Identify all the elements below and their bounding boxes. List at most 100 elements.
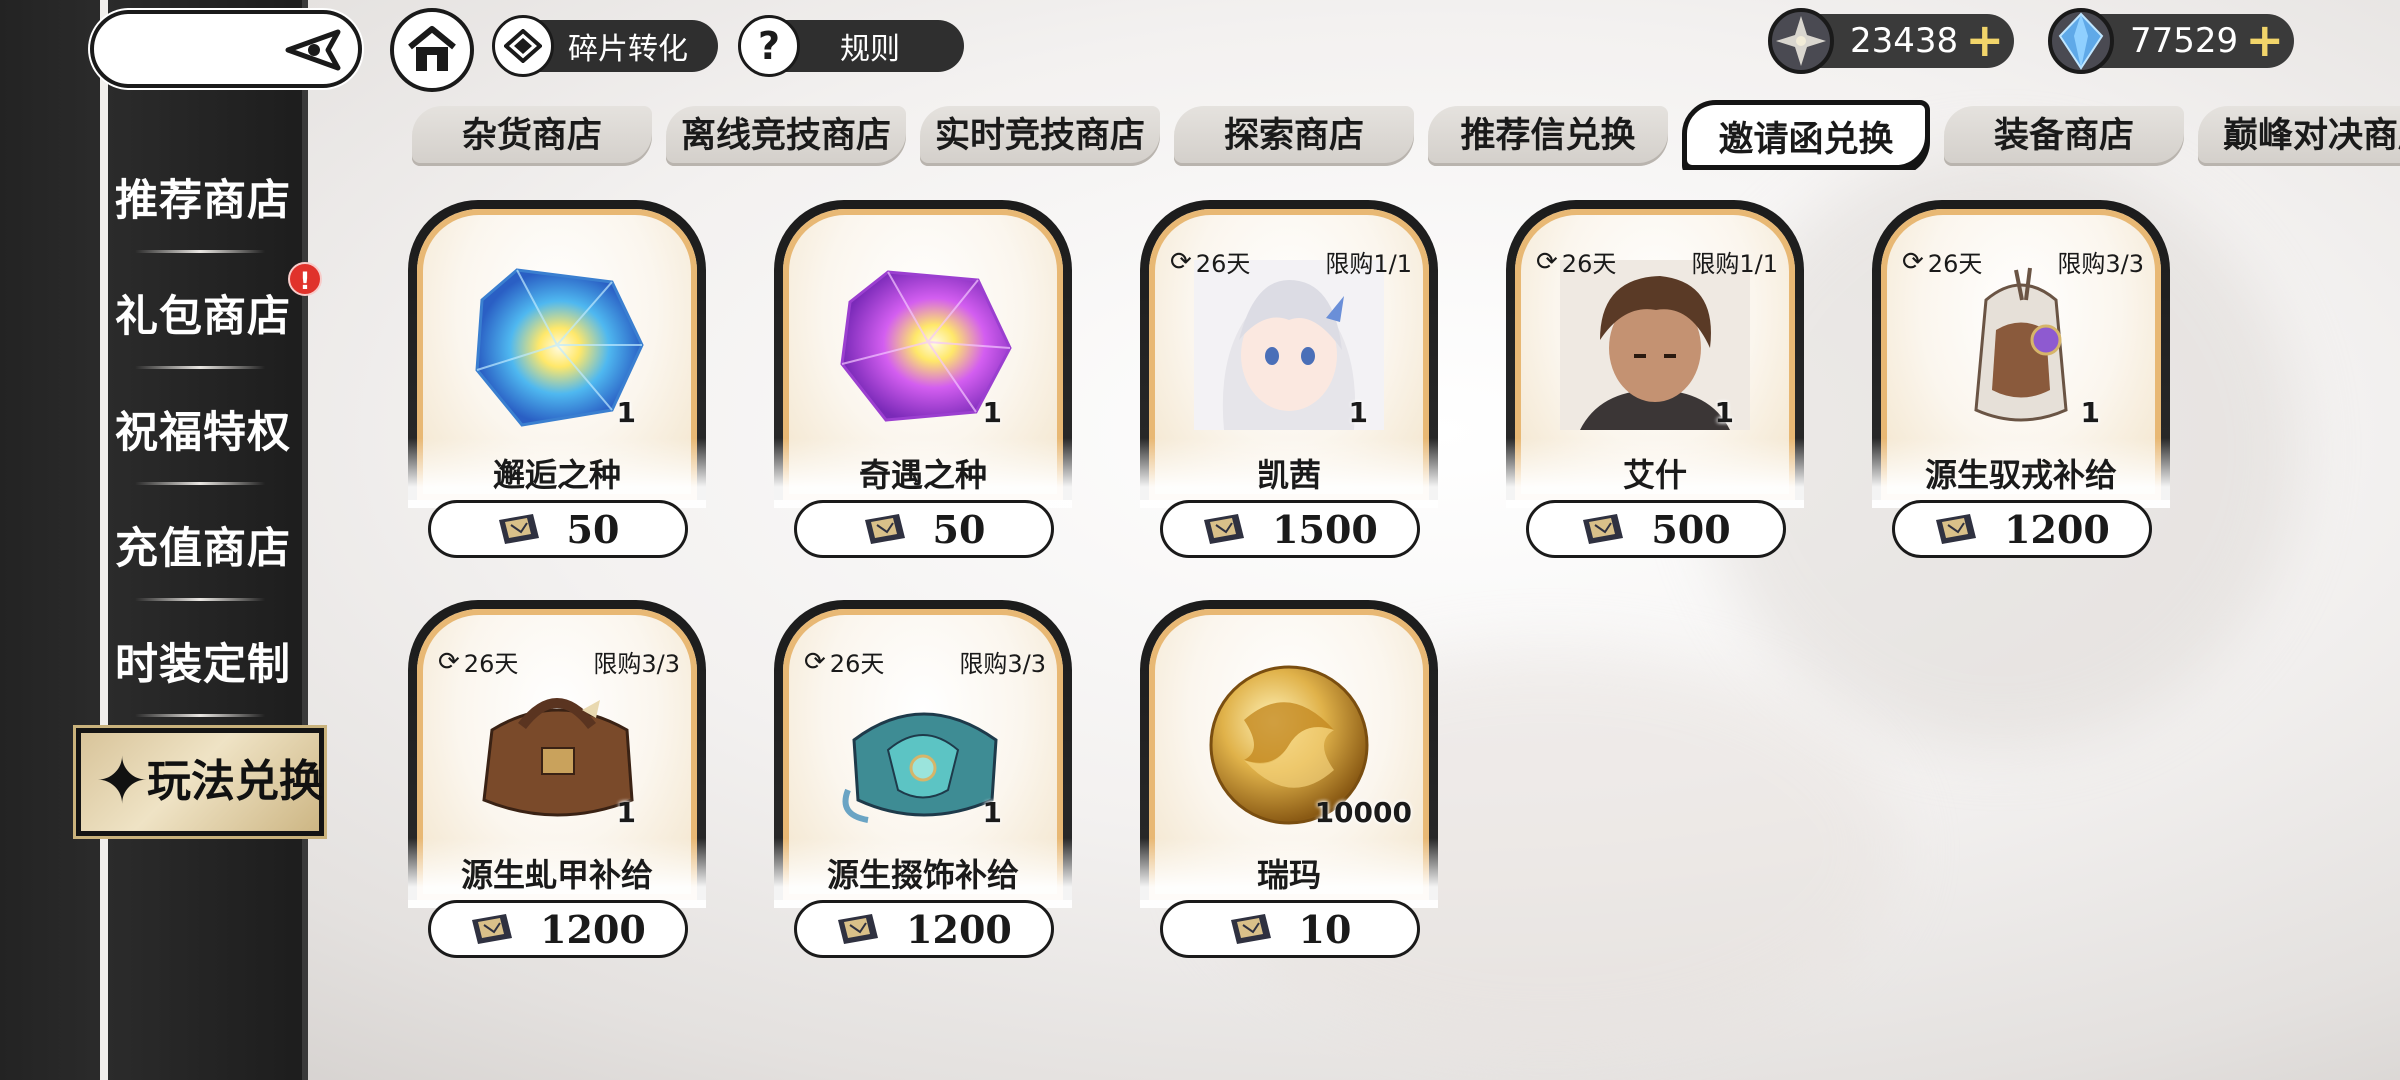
sidebar-divider [135, 250, 265, 253]
sidebar-item-fashion-custom[interactable]: 时装定制 [108, 630, 298, 700]
crystal-icon [2048, 8, 2114, 74]
back-button[interactable] [90, 10, 362, 88]
buy-price-button[interactable]: 1200 [1892, 500, 2152, 558]
add-crystal-button[interactable]: + [2245, 14, 2284, 66]
add-star-coin-button[interactable]: + [1965, 14, 2004, 66]
item-name: 奇遇之种 [858, 456, 987, 494]
shop-item-card[interactable]: ⟳ 26天 限购3/3 1 源生虬甲补给 1200 [408, 600, 706, 958]
buy-price-button[interactable]: 500 [1526, 500, 1786, 558]
item-quantity: 1 [1714, 396, 1734, 429]
buy-price-button[interactable]: 50 [428, 500, 688, 558]
item-price: 1200 [540, 906, 646, 952]
tab-general-store[interactable]: 杂货商店 [412, 106, 652, 166]
tab-recommend-letter-exchange[interactable]: 推荐信兑换 [1428, 106, 1668, 166]
item-name: 凯茜 [1256, 456, 1321, 494]
back-arrow-icon [285, 29, 341, 71]
sidebar-divider [135, 366, 265, 369]
buy-price-button[interactable]: 1200 [428, 900, 688, 958]
rules-button[interactable]: ? 规则 [738, 15, 964, 77]
star-coin-amount: 23438 [1850, 21, 1959, 61]
item-name: 艾什 [1622, 456, 1687, 494]
purchase-limit: 限购3/3 [593, 650, 680, 678]
invitation-ticket-icon [1583, 514, 1624, 544]
item-name: 瑞玛 [1256, 856, 1321, 894]
fragment-convert-button[interactable]: 碎片转化 [492, 15, 718, 77]
currency-crystal: 77529 + [2048, 8, 2294, 74]
item-quantity: 1 [616, 396, 636, 429]
refresh-icon: ⟳ [804, 646, 826, 677]
shop-tabs: 杂货商店 离线竞技商店 实时竞技商店 探索商店 推荐信兑换 邀请函兑换 装备商店… [408, 100, 2400, 170]
item-price: 500 [1651, 506, 1731, 552]
tab-peak-duel-shop[interactable]: 巅峰对决商店 [2198, 106, 2400, 166]
refresh-timer: ⟳ 26天 [1902, 246, 1983, 279]
item-quantity: 10000 [1314, 796, 1412, 829]
invitation-ticket-icon [1230, 914, 1271, 944]
sidebar-item-blessing-privilege[interactable]: 祝福特权 [108, 398, 298, 468]
shop-item-card[interactable]: ⟳ 26天 限购1/1 1 凯茜 1500 [1140, 200, 1438, 558]
sidebar-item-label: 玩法兑换 [147, 756, 323, 807]
item-quantity: 1 [982, 796, 1002, 829]
item-price: 10 [1298, 906, 1352, 952]
invitation-ticket-icon [864, 514, 905, 544]
crystal-amount: 77529 [2130, 21, 2239, 61]
invitation-ticket-icon [838, 914, 879, 944]
rules-label: 规则 [840, 32, 900, 67]
item-name: 源生虬甲补给 [460, 856, 653, 894]
shop-item-card[interactable]: 1 邂逅之种 50 [408, 200, 706, 558]
shop-item-card[interactable]: 1 奇遇之种 50 [774, 200, 1072, 558]
invitation-ticket-icon [1204, 514, 1245, 544]
sidebar-item-recommend-shop[interactable]: 推荐商店 [108, 166, 298, 236]
fragment-icon [492, 15, 554, 77]
tab-realtime-arena-shop[interactable]: 实时竞技商店 [920, 106, 1160, 166]
item-quantity: 1 [1348, 396, 1368, 429]
invitation-ticket-icon [1936, 514, 1977, 544]
invitation-ticket-icon [472, 914, 513, 944]
item-price: 1200 [2004, 506, 2110, 552]
buy-price-button[interactable]: 1200 [794, 900, 1054, 958]
four-point-star-icon: ✦ [95, 745, 149, 819]
home-button[interactable] [390, 8, 474, 92]
item-price: 50 [932, 506, 986, 552]
refresh-timer: ⟳ 26天 [804, 646, 885, 679]
sidebar-item-recharge-shop[interactable]: 充值商店 [108, 514, 298, 584]
sidebar-item-gameplay-exchange[interactable]: ✦ 玩法兑换 [76, 728, 324, 836]
sidebar-divider [135, 714, 265, 717]
tab-offline-arena-shop[interactable]: 离线竞技商店 [666, 106, 906, 166]
sidebar-edge-line [100, 0, 108, 1080]
sidebar-divider [135, 598, 265, 601]
question-icon: ? [738, 15, 800, 77]
refresh-icon: ⟳ [1536, 246, 1558, 277]
notification-badge: ! [288, 262, 322, 296]
item-name: 源生掇饰补给 [826, 856, 1019, 894]
refresh-timer: ⟳ 26天 [438, 646, 519, 679]
home-icon [408, 26, 456, 71]
item-quantity: 1 [982, 396, 1002, 429]
item-price: 50 [566, 506, 620, 552]
purchase-limit: 限购1/1 [1691, 250, 1778, 278]
refresh-timer: ⟳ 26天 [1536, 246, 1617, 279]
shop-item-card[interactable]: 10000 瑞玛 10 [1140, 600, 1438, 958]
shop-item-card[interactable]: ⟳ 26天 限购3/3 1 源生驭戎补给 1200 [1872, 200, 2170, 558]
currency-star-coin: 23438 + [1768, 8, 2014, 74]
fragment-convert-label: 碎片转化 [568, 32, 688, 67]
refresh-icon: ⟳ [438, 646, 460, 677]
shop-item-card[interactable]: ⟳ 26天 限购3/3 1 源生掇饰补给 1200 [774, 600, 1072, 958]
tab-explore-shop[interactable]: 探索商店 [1174, 106, 1414, 166]
tab-equipment-shop[interactable]: 装备商店 [1944, 106, 2184, 166]
purchase-limit: 限购3/3 [959, 650, 1046, 678]
item-name: 源生驭戎补给 [1924, 456, 2117, 494]
item-quantity: 1 [616, 796, 636, 829]
tab-invitation-exchange[interactable]: 邀请函兑换 [1682, 100, 1930, 170]
star-coin-icon [1768, 8, 1834, 74]
purchase-limit: 限购3/3 [2057, 250, 2144, 278]
buy-price-button[interactable]: 10 [1160, 900, 1420, 958]
refresh-icon: ⟳ [1170, 246, 1192, 277]
buy-price-button[interactable]: 50 [794, 500, 1054, 558]
sidebar-rim [302, 0, 308, 1080]
buy-price-button[interactable]: 1500 [1160, 500, 1420, 558]
shop-item-card[interactable]: ⟳ 26天 限购1/1 1 艾什 500 [1506, 200, 1804, 558]
purchase-limit: 限购1/1 [1325, 250, 1412, 278]
refresh-timer: ⟳ 26天 [1170, 246, 1251, 279]
item-price: 1200 [906, 906, 1012, 952]
sidebar-item-gift-shop[interactable]: 礼包商店 [108, 282, 298, 352]
